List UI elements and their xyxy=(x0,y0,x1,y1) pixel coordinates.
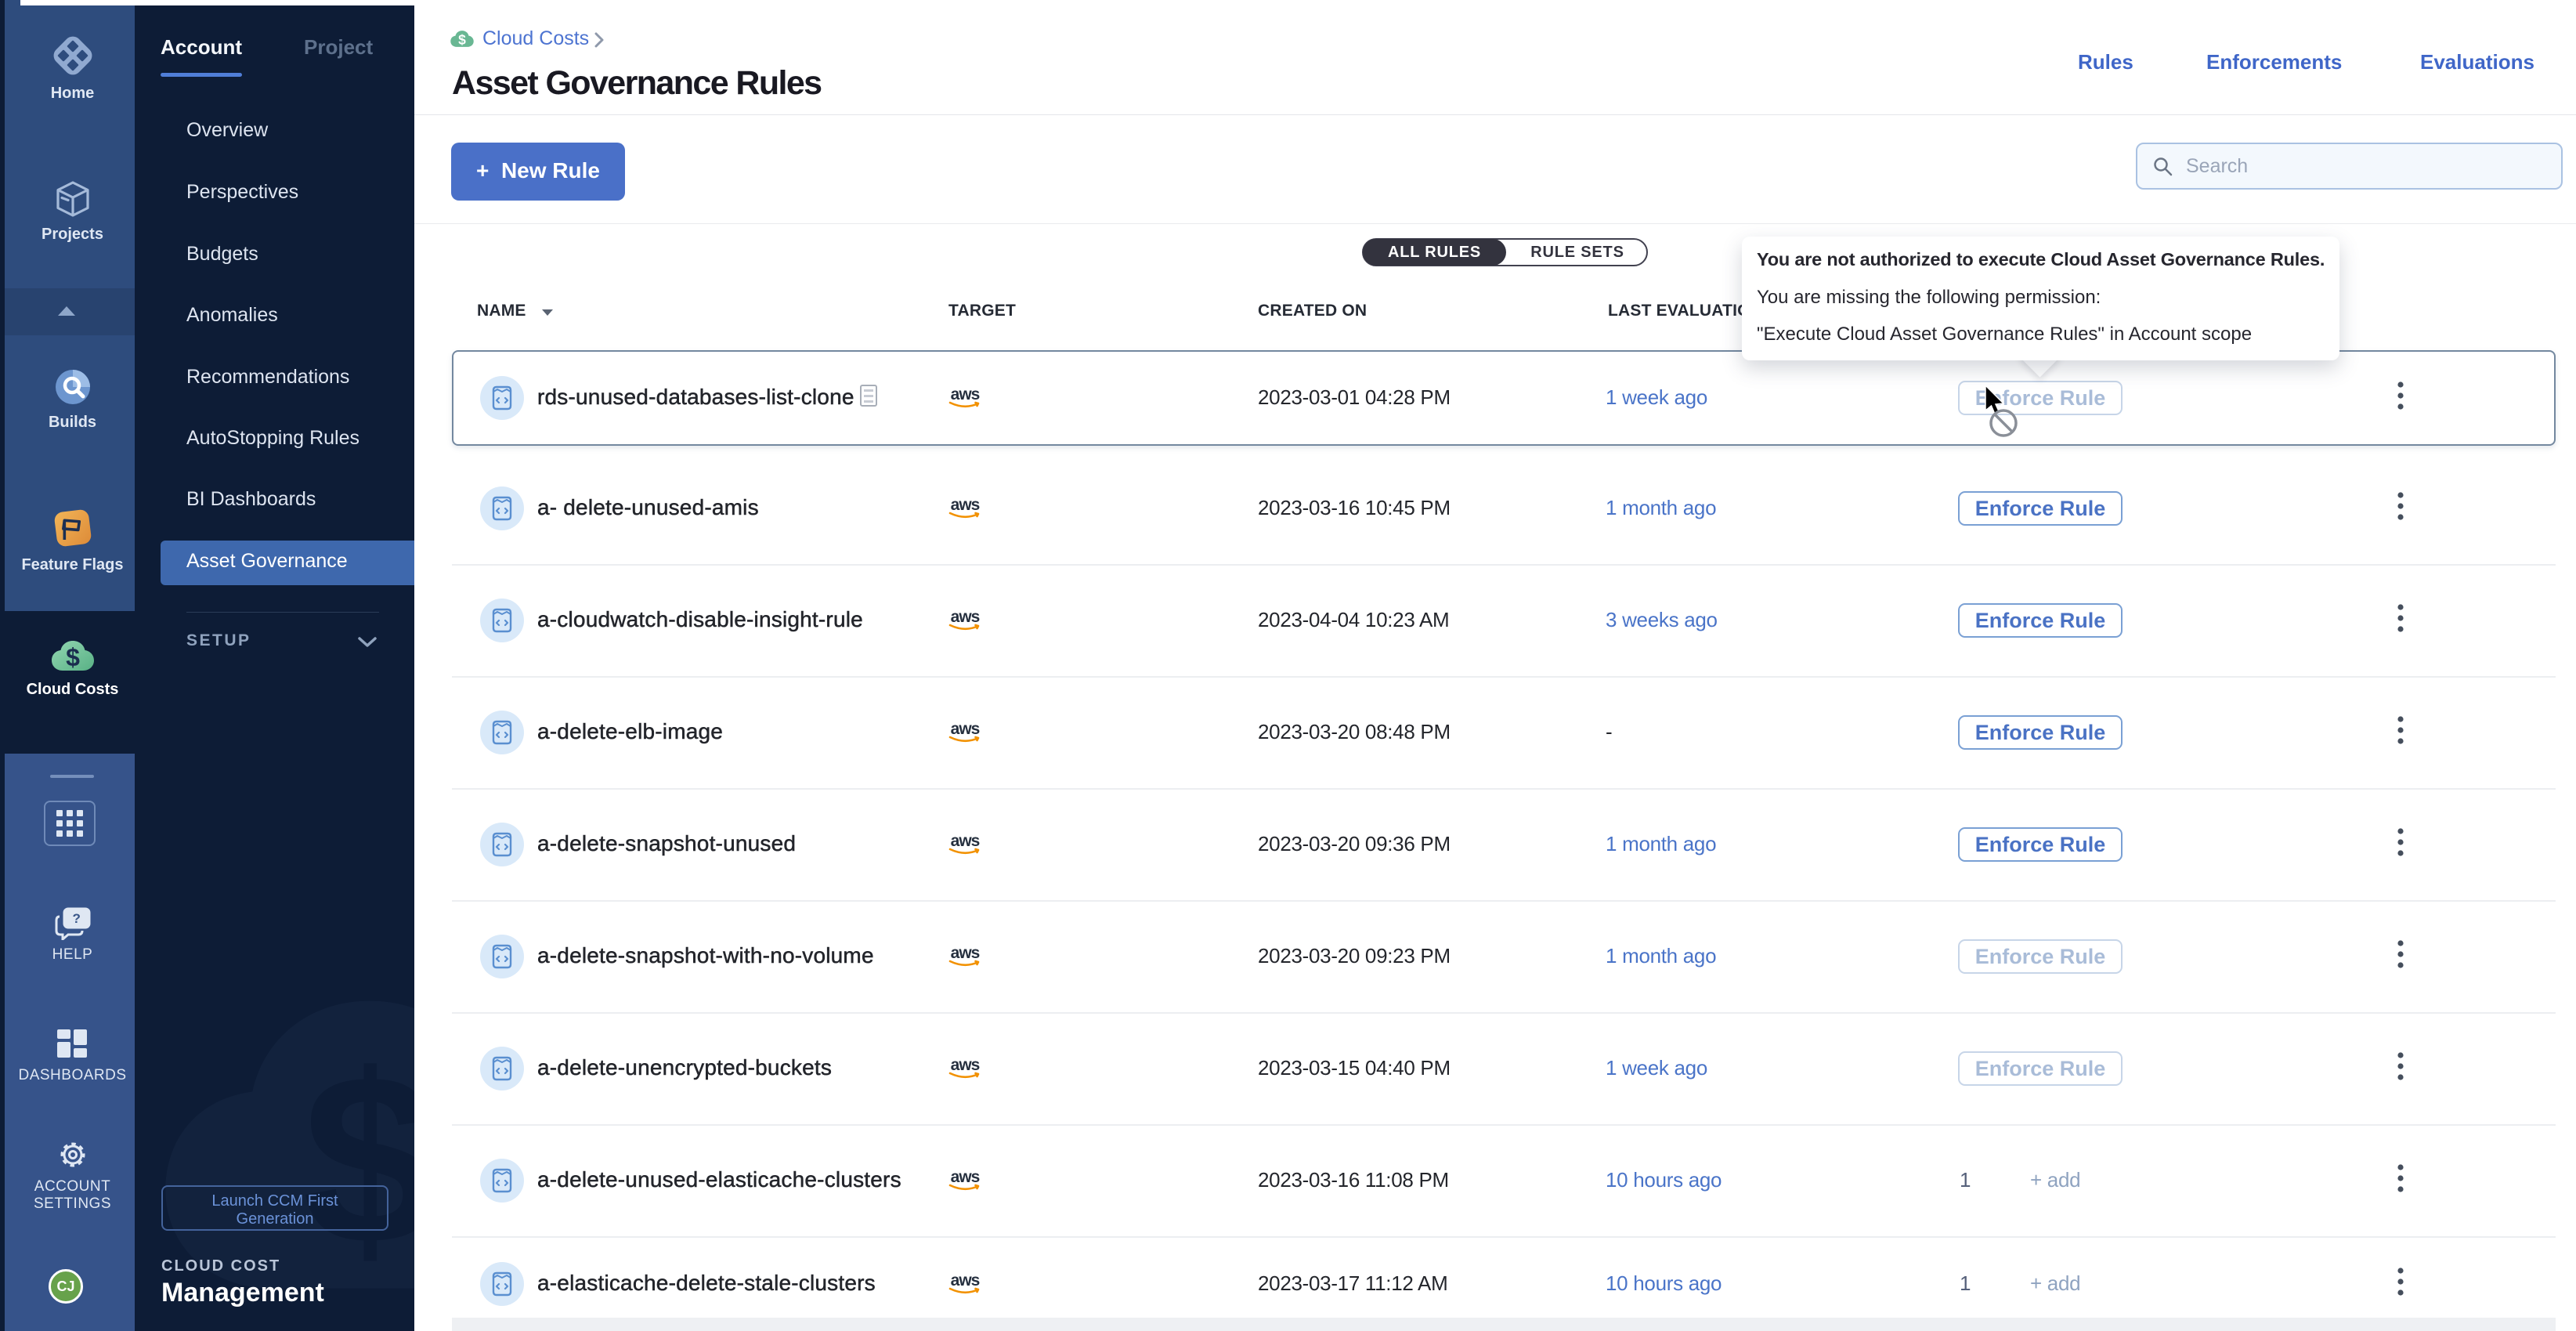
svg-text:$: $ xyxy=(302,1025,414,1295)
svg-text:aws: aws xyxy=(951,1168,980,1186)
svg-text:$: $ xyxy=(66,643,80,671)
svg-text:aws: aws xyxy=(951,1056,980,1074)
svg-text:aws: aws xyxy=(951,496,980,514)
svg-text:aws: aws xyxy=(951,944,980,962)
svg-text:aws: aws xyxy=(951,720,980,738)
svg-text:aws: aws xyxy=(951,832,980,850)
svg-text:?: ? xyxy=(72,911,81,926)
svg-text:$: $ xyxy=(458,32,466,48)
svg-text:aws: aws xyxy=(951,608,980,626)
svg-text:aws: aws xyxy=(951,1271,980,1289)
